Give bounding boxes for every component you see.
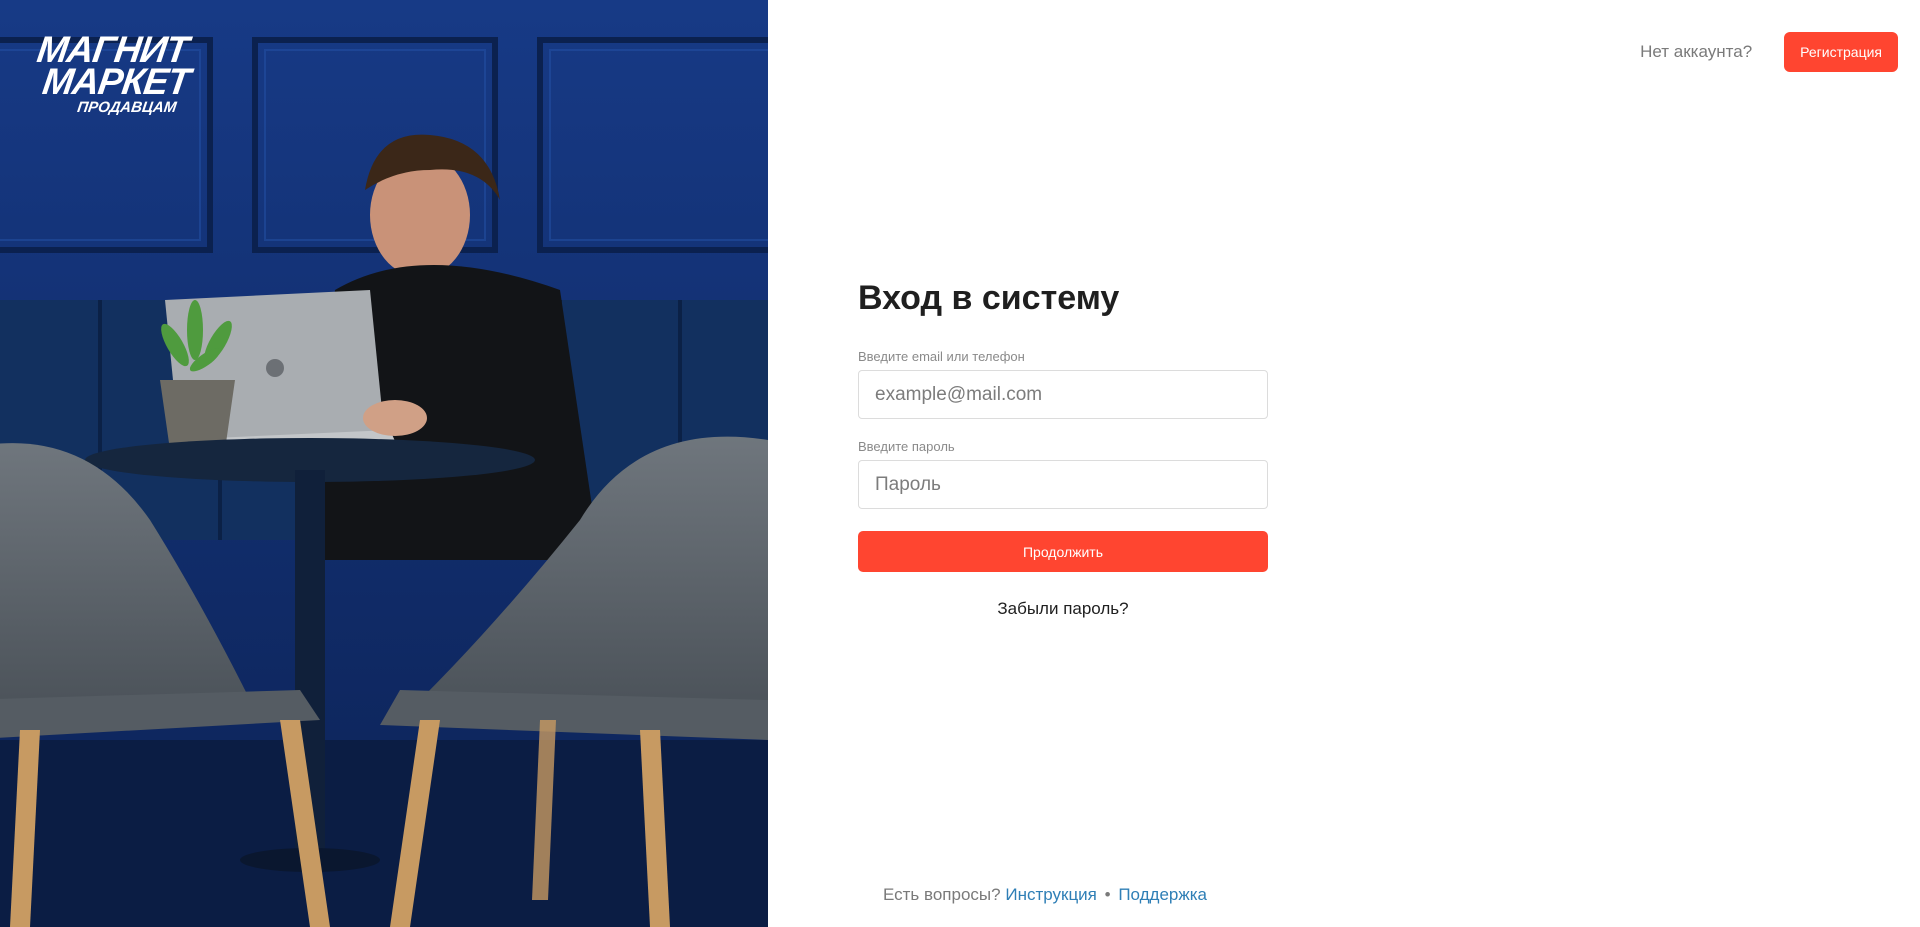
password-label: Введите пароль [858, 439, 955, 454]
email-label: Введите email или телефон [858, 349, 1025, 364]
hero-panel: МАГНИТ МАРКЕТ ПРОДАВЦАМ [0, 0, 768, 927]
no-account-text: Нет аккаунта? [1640, 42, 1753, 61]
footer-separator: • [1104, 885, 1111, 904]
continue-button[interactable]: Продолжить [858, 531, 1268, 572]
footer-questions-text: Есть вопросы? [883, 885, 1001, 904]
logo-line-2: МАРКЕТ [40, 60, 193, 102]
email-field[interactable] [858, 370, 1268, 419]
logo-line-3: ПРОДАВЦАМ [76, 98, 178, 116]
register-button[interactable]: Регистрация [1784, 32, 1898, 72]
forgot-password-link[interactable]: Забыли пароль? [858, 599, 1268, 619]
hero-photo [0, 0, 768, 927]
header-bar: Нет аккаунта? Регистрация [1640, 32, 1898, 72]
password-field[interactable] [858, 460, 1268, 509]
footer: Есть вопросы? Инструкция • Поддержка [883, 885, 1207, 905]
page-title: Вход в систему [858, 279, 1120, 317]
instruction-link[interactable]: Инструкция [1005, 885, 1097, 904]
login-page: МАГНИТ МАРКЕТ ПРОДАВЦАМ Нет аккаунта? Ре… [0, 0, 1920, 927]
login-panel: Нет аккаунта? Регистрация Вход в систему… [768, 0, 1920, 927]
login-form: Вход в систему Введите email или телефон… [858, 278, 1268, 619]
brand-logo[interactable]: МАГНИТ МАРКЕТ ПРОДАВЦАМ [28, 29, 196, 116]
support-link[interactable]: Поддержка [1118, 885, 1207, 904]
